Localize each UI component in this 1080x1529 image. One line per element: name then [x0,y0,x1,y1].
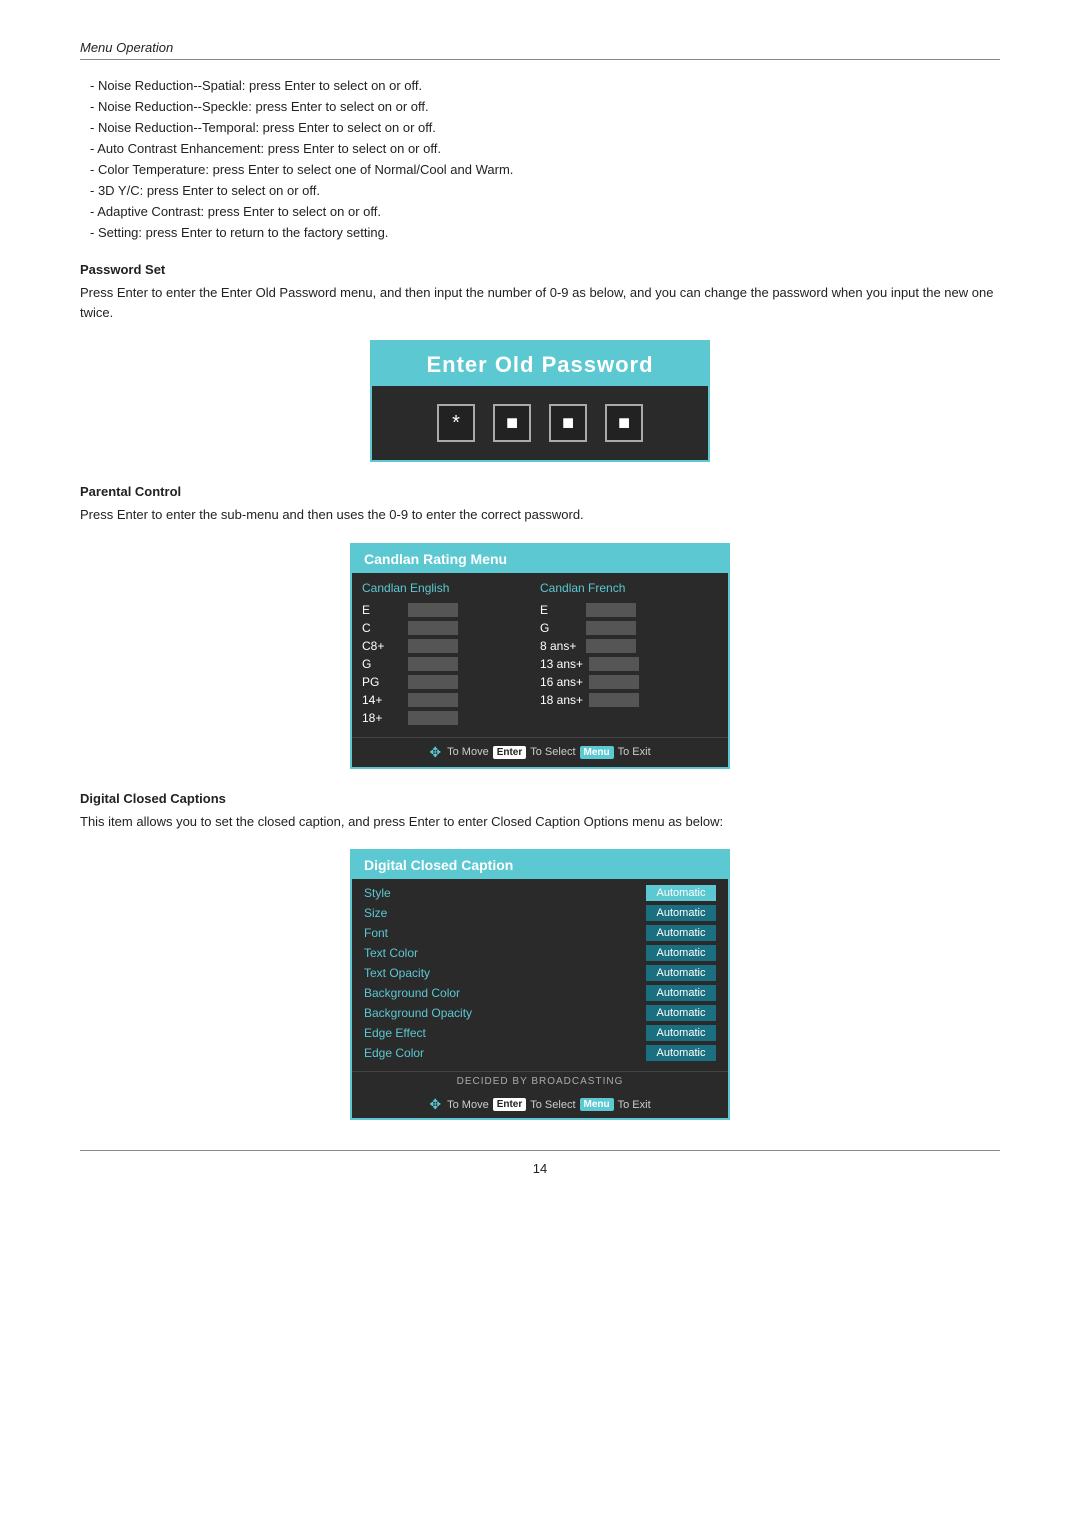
dcc-box: Digital Closed Caption Style Automatic S… [350,849,730,1120]
list-item: 8 ans+ [540,639,718,653]
list-item: - Noise Reduction--Spatial: press Enter … [90,78,1000,93]
list-item: E [540,603,718,617]
candlan-bar [586,639,636,653]
footer-move-label: To Move [447,1099,489,1111]
dcc-row-value: Automatic [646,1045,716,1061]
candlan-bar [589,657,639,671]
list-item: C [362,621,540,635]
password-box-inputs: * ■ ■ ■ [372,386,708,460]
dcc-row-value: Automatic [646,905,716,921]
dcc-row-value: Automatic [646,945,716,961]
password-box-title: Enter Old Password [372,342,708,386]
list-item: Edge Effect Automatic [352,1023,728,1043]
password-box: Enter Old Password * ■ ■ ■ [370,340,710,462]
footer-exit-label: To Exit [618,746,651,758]
candlan-box: Candlan Rating Menu Candlan English E C … [350,543,730,769]
dcc-row-value: Automatic [646,885,716,901]
password-char-4: ■ [605,404,643,442]
dcc-body: This item allows you to set the closed c… [80,812,1000,832]
list-item: G [540,621,718,635]
list-item: PG [362,675,540,689]
candlan-bar [586,603,636,617]
list-item: C8+ [362,639,540,653]
enter-button[interactable]: Enter [493,1098,527,1111]
password-char-1: * [437,404,475,442]
dcc-row-value: Automatic [646,985,716,1001]
password-char-2: ■ [493,404,531,442]
dcc-title: Digital Closed Captions [80,791,1000,806]
candlan-col-english: Candlan English E C C8+ G [362,581,540,729]
list-item: - Adaptive Contrast: press Enter to sele… [90,204,1000,219]
list-item: Style Automatic [352,883,728,903]
list-item: Background Opacity Automatic [352,1003,728,1023]
candlan-title: Candlan Rating Menu [352,545,728,573]
dcc-row-value: Automatic [646,925,716,941]
move-icon: ✥ [429,1096,441,1113]
list-item: - Auto Contrast Enhancement: press Enter… [90,141,1000,156]
bullet-list: - Noise Reduction--Spatial: press Enter … [90,78,1000,240]
list-item: - 3D Y/C: press Enter to select on or of… [90,183,1000,198]
dcc-row-value: Automatic [646,1005,716,1021]
candlan-bar [589,693,639,707]
dcc-footer: ✥ To Move Enter To Select Menu To Exit [352,1091,728,1118]
candlan-bar [589,675,639,689]
menu-operation-label: Menu Operation [80,40,173,55]
candlan-footer: ✥ To Move Enter To Select Menu To Exit [352,737,728,767]
candlan-bar [408,603,458,617]
dcc-wrapper: Digital Closed Caption Style Automatic S… [80,849,1000,1120]
list-item: 18+ [362,711,540,725]
candlan-bar [408,639,458,653]
list-item: 16 ans+ [540,675,718,689]
candlan-bar [408,711,458,725]
list-item: G [362,657,540,671]
list-item: Background Color Automatic [352,983,728,1003]
password-set-title: Password Set [80,262,1000,277]
footer-exit-label: To Exit [618,1099,651,1111]
list-item: 14+ [362,693,540,707]
password-set-body: Press Enter to enter the Enter Old Passw… [80,283,1000,322]
dcc-row-value: Automatic [646,1025,716,1041]
dcc-broadcast-label: DECIDED BY BROADCASTING [352,1071,728,1091]
candlan-col1-header: Candlan English [362,581,540,595]
candlan-bar [408,657,458,671]
page-number: 14 [80,1150,1000,1176]
move-icon: ✥ [429,744,441,761]
list-item: - Setting: press Enter to return to the … [90,225,1000,240]
list-item: 13 ans+ [540,657,718,671]
list-item: E [362,603,540,617]
footer-select-label: To Select [530,1099,575,1111]
header: Menu Operation [80,40,1000,60]
candlan-cols: Candlan English E C C8+ G [352,573,728,733]
candlan-col-french: Candlan French E G 8 ans+ 13 ans+ [540,581,718,729]
list-item: Text Color Automatic [352,943,728,963]
candlan-bar [586,621,636,635]
menu-button[interactable]: Menu [580,746,614,759]
list-item: Size Automatic [352,903,728,923]
list-item: Edge Color Automatic [352,1043,728,1063]
password-char-3: ■ [549,404,587,442]
dcc-menu-title: Digital Closed Caption [352,851,728,879]
candlan-bar [408,675,458,689]
menu-button[interactable]: Menu [580,1098,614,1111]
parental-control-body: Press Enter to enter the sub-menu and th… [80,505,1000,525]
list-item: - Noise Reduction--Speckle: press Enter … [90,99,1000,114]
list-item: Font Automatic [352,923,728,943]
list-item: - Noise Reduction--Temporal: press Enter… [90,120,1000,135]
candlan-wrapper: Candlan Rating Menu Candlan English E C … [80,543,1000,769]
candlan-bar [408,693,458,707]
list-item: - Color Temperature: press Enter to sele… [90,162,1000,177]
footer-move-label: To Move [447,746,489,758]
candlan-bar [408,621,458,635]
list-item: 18 ans+ [540,693,718,707]
password-box-wrapper: Enter Old Password * ■ ■ ■ [80,340,1000,462]
page: Menu Operation - Noise Reduction--Spatia… [0,0,1080,1529]
dcc-row-value: Automatic [646,965,716,981]
footer-select-label: To Select [530,746,575,758]
enter-button[interactable]: Enter [493,746,527,759]
list-item: Text Opacity Automatic [352,963,728,983]
candlan-col2-header: Candlan French [540,581,718,595]
parental-control-title: Parental Control [80,484,1000,499]
